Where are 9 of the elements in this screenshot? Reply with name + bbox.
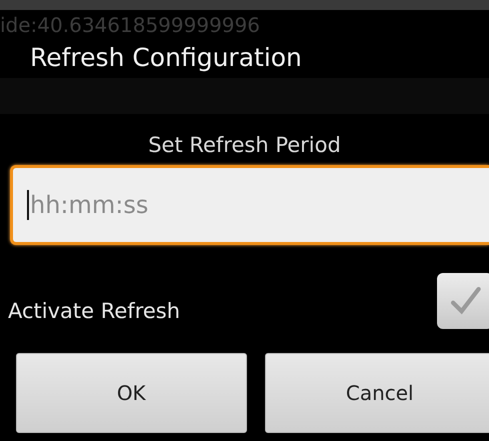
dialog-button[interactable]: Cancel	[264, 353, 489, 433]
checkbox-label: Activate Refresh	[8, 299, 180, 323]
text-caret	[27, 190, 29, 220]
dialog-button[interactable]: OK	[16, 353, 246, 433]
coordinate-text: ide:40.634618599999996	[0, 13, 260, 37]
prompt-text: Set Refresh Period	[147, 133, 342, 157]
checkbox[interactable]	[437, 273, 489, 329]
dialog-title: Refresh Configuration	[30, 43, 303, 72]
period-input-field[interactable]: hh:mm:ss	[10, 165, 489, 245]
